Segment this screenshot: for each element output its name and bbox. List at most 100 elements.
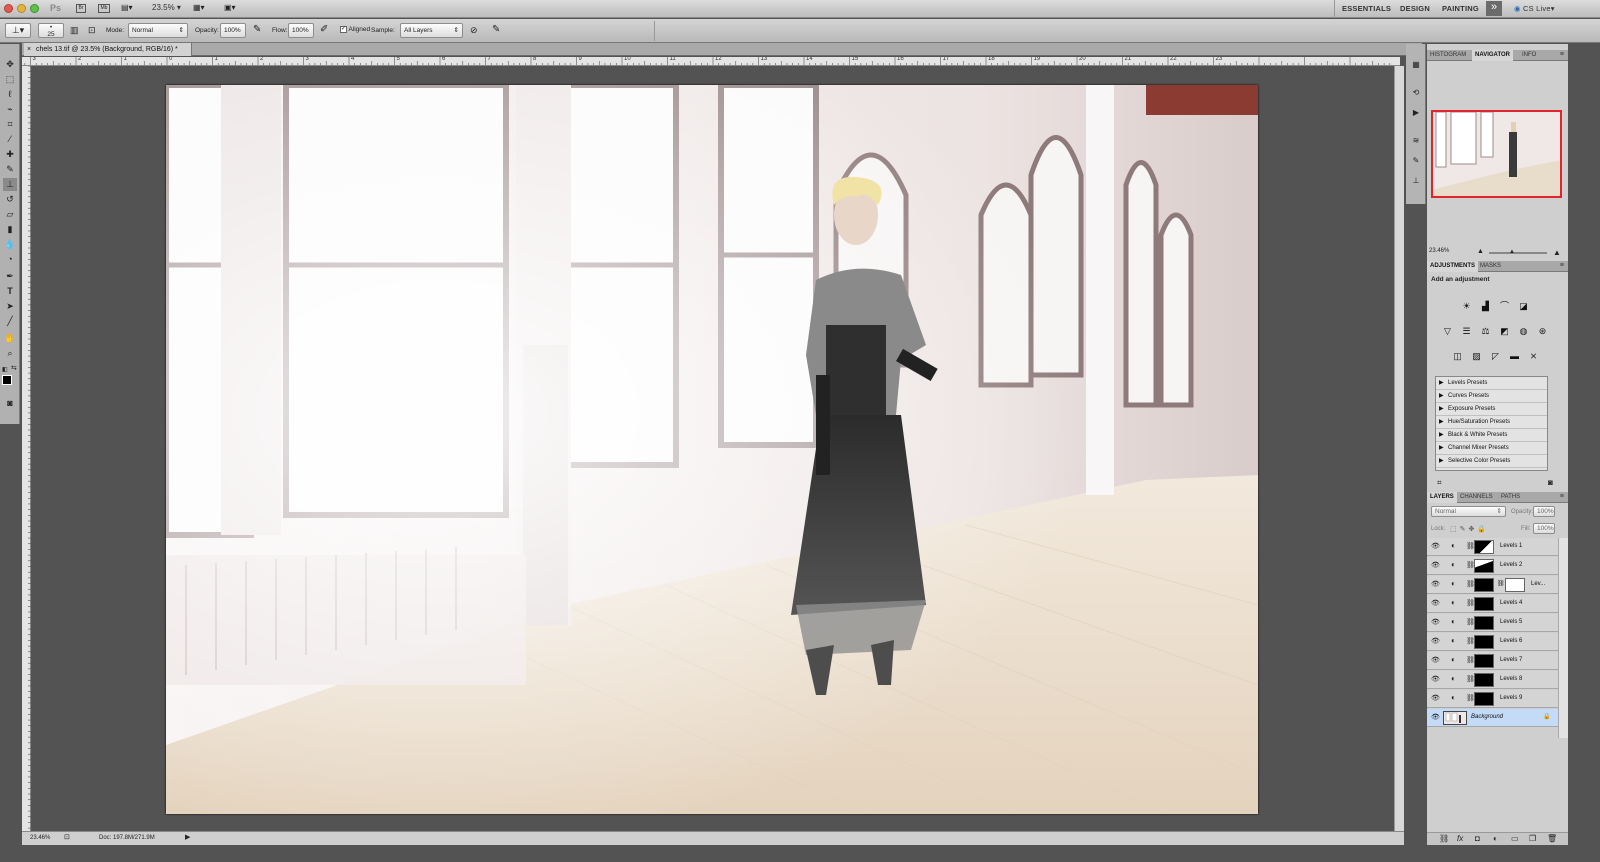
- threshold-icon[interactable]: ◸: [1489, 350, 1502, 363]
- visibility-eye-icon[interactable]: 👁: [1431, 618, 1440, 626]
- photo-filter-icon[interactable]: ◍: [1517, 325, 1530, 338]
- link-layers-icon[interactable]: ⛓: [1439, 834, 1449, 843]
- return-to-adjustment-list-icon[interactable]: ⌗: [1437, 478, 1442, 488]
- tab-info[interactable]: INFO: [1519, 50, 1539, 61]
- navigator-zoom-slider[interactable]: [1489, 252, 1547, 254]
- brush-panel-icon[interactable]: ✎: [1409, 156, 1423, 168]
- layer-row[interactable]: 👁 ◐ ⛓ Levels 4: [1427, 595, 1558, 613]
- black-white-icon[interactable]: ◩: [1498, 325, 1511, 338]
- screen-mode-icon[interactable]: ▣▾: [224, 3, 236, 12]
- quick-mask-icon[interactable]: ◙: [3, 397, 17, 410]
- launch-bridge-icon[interactable]: Br: [76, 4, 86, 13]
- zoom-out-icon[interactable]: ▲: [1477, 248, 1484, 255]
- visibility-eye-icon[interactable]: 👁: [1431, 599, 1440, 607]
- aligned-checkbox[interactable]: ✓ Aligned: [340, 26, 370, 33]
- actions-panel-icon[interactable]: ▶: [1409, 108, 1423, 120]
- toggle-clone-source-icon[interactable]: ⊡: [88, 25, 96, 36]
- levels-icon[interactable]: ▟: [1479, 300, 1492, 313]
- hand-tool-icon[interactable]: ✋: [3, 332, 17, 345]
- quick-selection-tool-icon[interactable]: ⌁: [3, 103, 17, 116]
- tab-navigator[interactable]: NAVIGATOR: [1472, 50, 1514, 61]
- workspace-design[interactable]: DESIGN: [1400, 4, 1430, 13]
- type-tool-icon[interactable]: T: [3, 285, 17, 298]
- marquee-tool-icon[interactable]: ⬚: [3, 73, 17, 86]
- preset-black-white[interactable]: ▶ Black & White Presets: [1436, 429, 1547, 442]
- flow-input[interactable]: 100%: [288, 23, 314, 38]
- curves-icon[interactable]: ⌒: [1498, 300, 1511, 313]
- preset-levels[interactable]: ▶ Levels Presets: [1436, 377, 1547, 390]
- arrange-documents-icon[interactable]: ▦▾: [193, 3, 205, 12]
- hue-saturation-icon[interactable]: ☰: [1460, 325, 1473, 338]
- new-group-icon[interactable]: ▭: [1511, 834, 1519, 843]
- visibility-eye-icon[interactable]: 👁: [1431, 713, 1440, 721]
- visibility-eye-icon[interactable]: 👁: [1431, 656, 1440, 664]
- exposure-icon[interactable]: ◪: [1517, 300, 1530, 313]
- brush-tool-icon[interactable]: ✎: [3, 163, 17, 176]
- tool-preset-picker[interactable]: ⊥▾: [5, 23, 31, 38]
- panel-menu-icon[interactable]: ≡: [1560, 493, 1564, 500]
- preset-selective-color[interactable]: ▶ Selective Color Presets: [1436, 455, 1547, 468]
- navigator-zoom[interactable]: 23.46%: [1429, 248, 1449, 254]
- visibility-eye-icon[interactable]: 👁: [1431, 675, 1440, 683]
- visibility-eye-icon[interactable]: 👁: [1431, 694, 1440, 702]
- channel-mixer-icon[interactable]: ⊛: [1536, 325, 1549, 338]
- mini-bridge-icon[interactable]: Mb: [98, 4, 110, 13]
- lock-options-icon[interactable]: ⬚✎✥🔒: [1450, 525, 1489, 533]
- document-tab[interactable]: × chels 13.tif @ 23.5% (Background, RGB/…: [24, 43, 192, 56]
- status-zoom[interactable]: 23.46%: [30, 832, 50, 844]
- layer-row[interactable]: 👁 ◐ ⛓ ⛓ Lev...: [1427, 576, 1558, 594]
- vibrance-icon[interactable]: ▽: [1441, 325, 1454, 338]
- workspace-painting[interactable]: PAINTING: [1442, 4, 1479, 13]
- layer-mask-thumbnail[interactable]: [1474, 540, 1494, 554]
- airbrush-icon[interactable]: ✐: [320, 24, 328, 35]
- layer-row[interactable]: 👁 ◐ ⛓ Levels 8: [1427, 671, 1558, 689]
- history-panel-icon[interactable]: ⟲: [1409, 88, 1423, 100]
- cs-live-menu[interactable]: ◉ CS Live▾: [1514, 4, 1555, 13]
- new-adjustment-layer-icon[interactable]: ◐: [1493, 834, 1498, 843]
- visibility-eye-icon[interactable]: 👁: [1431, 542, 1440, 550]
- layers-scrollbar[interactable]: [1558, 538, 1568, 738]
- more-workspaces-button[interactable]: »: [1486, 1, 1502, 16]
- crop-tool-icon[interactable]: ⌗: [3, 118, 17, 131]
- pen-tool-icon[interactable]: ✒: [3, 270, 17, 283]
- tab-masks[interactable]: MASKS: [1477, 261, 1504, 272]
- canvas-vertical-scrollbar[interactable]: [1394, 66, 1404, 831]
- preset-channel-mixer[interactable]: ▶ Channel Mixer Presets: [1436, 442, 1547, 455]
- layer-row-selected[interactable]: 👁 Background 🔒: [1427, 709, 1558, 727]
- panel-menu-icon[interactable]: ≡: [1560, 262, 1564, 269]
- tab-paths[interactable]: PATHS: [1498, 492, 1523, 503]
- visibility-eye-icon[interactable]: 👁: [1431, 637, 1440, 645]
- path-selection-tool-icon[interactable]: ➤: [3, 300, 17, 313]
- layer-row[interactable]: 👁 ◐ ⛓ Levels 1: [1427, 538, 1558, 556]
- document-canvas[interactable]: [31, 66, 1394, 831]
- layer-style-icon[interactable]: fx: [1457, 834, 1463, 843]
- layer-row[interactable]: 👁 ◐ ⛓ Levels 2: [1427, 557, 1558, 575]
- layer-fill-input[interactable]: 100%: [1533, 523, 1555, 534]
- visibility-eye-icon[interactable]: 👁: [1431, 580, 1440, 588]
- visibility-eye-icon[interactable]: 👁: [1431, 561, 1440, 569]
- history-brush-tool-icon[interactable]: ↺: [3, 193, 17, 206]
- pressure-opacity-icon[interactable]: ✎: [253, 24, 261, 35]
- toggle-brush-panel-icon[interactable]: ▥: [70, 25, 79, 36]
- ignore-adjustment-layers-icon[interactable]: ⊘: [470, 25, 478, 36]
- tab-layers[interactable]: LAYERS: [1427, 492, 1457, 503]
- invert-icon[interactable]: ◫: [1451, 350, 1464, 363]
- zoom-level-menu[interactable]: 23.5% ▾: [152, 3, 181, 12]
- close-document-icon[interactable]: ×: [27, 43, 31, 56]
- layer-mask-thumbnail[interactable]: [1474, 654, 1494, 668]
- layer-mask-thumbnail[interactable]: [1474, 559, 1494, 573]
- move-tool-icon[interactable]: ✥: [3, 58, 17, 71]
- zoom-in-icon[interactable]: ▲: [1553, 248, 1561, 257]
- eyedropper-tool-icon[interactable]: ⁄: [3, 133, 17, 146]
- panel-menu-icon[interactable]: ≡: [1560, 51, 1564, 58]
- close-window-button[interactable]: [4, 4, 13, 13]
- layer-opacity-input[interactable]: 100%: [1533, 506, 1555, 517]
- mode-select[interactable]: Normal ⇕: [128, 23, 188, 38]
- zoom-slider-thumb-icon[interactable]: ▲: [1509, 249, 1515, 255]
- line-tool-icon[interactable]: ╱: [3, 315, 17, 328]
- adjustment-options-icon[interactable]: ◙: [1548, 478, 1553, 487]
- status-preview-icon[interactable]: ⊡: [64, 832, 70, 844]
- dodge-tool-icon[interactable]: ◔: [3, 253, 17, 266]
- link-icon[interactable]: ⛓: [1497, 580, 1505, 587]
- pressure-size-icon[interactable]: ✎: [492, 24, 500, 35]
